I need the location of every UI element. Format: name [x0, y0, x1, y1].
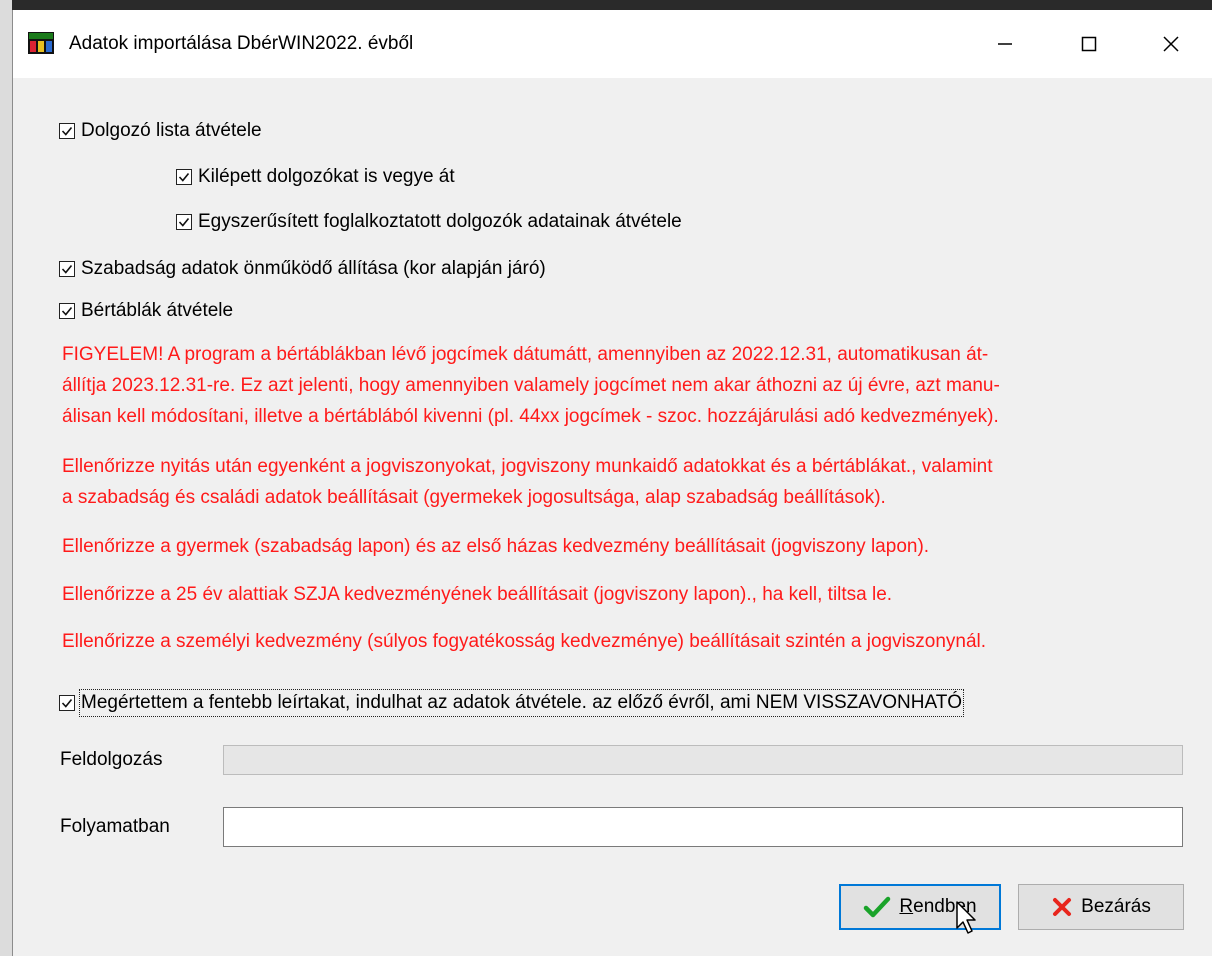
leave-auto-label: Szabadság adatok önműködő állítása (kor …: [81, 258, 546, 279]
mouse-cursor-icon: [956, 901, 976, 934]
close-window-button[interactable]: [1141, 24, 1201, 64]
close-icon: [1163, 36, 1179, 52]
minimize-button[interactable]: [975, 24, 1035, 64]
maximize-button[interactable]: [1059, 24, 1119, 64]
checkmark-icon: [864, 896, 891, 918]
checkmark-icon: [178, 217, 190, 227]
processing-progress-bar: [223, 745, 1183, 775]
employee-list-label: Dolgozó lista átvétele: [81, 120, 262, 141]
checkbox-box[interactable]: [59, 123, 75, 139]
employee-list-checkbox[interactable]: Dolgozó lista átvétele: [59, 118, 262, 144]
processing-label: Feldolgozás: [60, 749, 163, 770]
checkbox-box[interactable]: [59, 695, 75, 711]
x-icon: [1053, 898, 1072, 916]
minimize-icon: [998, 43, 1012, 45]
checkmark-icon: [61, 126, 73, 136]
simplified-employees-label: Egyszerűsített foglalkoztatott dolgozók …: [198, 211, 682, 232]
checkmark-icon: [61, 698, 73, 708]
wage-tables-checkbox[interactable]: Bértáblák átvétele: [59, 298, 233, 324]
departed-employees-label: Kilépett dolgozókat is vegye át: [198, 166, 455, 187]
warning-check-relations-line-1: Ellenőrizze nyitás után egyenként a jogv…: [62, 456, 993, 477]
checkbox-box[interactable]: [176, 214, 192, 230]
warning-wage-dates-line-2: állítja 2023.12.31-re. Ez azt jelenti, h…: [62, 375, 1000, 396]
warning-wage-dates-line-1: FIGYELEM! A program a bértáblákban lévő …: [62, 344, 989, 365]
close-button[interactable]: Bezárás: [1018, 884, 1184, 930]
warning-child-marriage: Ellenőrizze a gyermek (szabadság lapon) …: [62, 536, 930, 557]
maximize-icon: [1081, 36, 1097, 52]
checkmark-icon: [61, 306, 73, 316]
in-progress-label: Folyamatban: [60, 816, 170, 837]
warning-wage-dates-line-3: álisan kell módosítani, illetve a bértáb…: [62, 406, 999, 427]
background-window-edge: [0, 0, 1212, 10]
window-title: Adatok importálása DbérWIN2022. évből: [69, 33, 414, 54]
departed-employees-checkbox[interactable]: Kilépett dolgozókat is vegye át: [176, 164, 455, 190]
app-icon: [28, 32, 54, 54]
confirm-checkbox[interactable]: Megértettem a fentebb leírtakat, indulha…: [59, 689, 965, 717]
checkbox-box[interactable]: [176, 169, 192, 185]
warning-under-25: Ellenőrizze a 25 év alattiak SZJA kedvez…: [62, 584, 893, 605]
in-progress-field[interactable]: [223, 807, 1183, 847]
checkbox-box[interactable]: [59, 261, 75, 277]
close-button-label: Bezárás: [1081, 896, 1151, 917]
leave-auto-checkbox[interactable]: Szabadság adatok önműködő állítása (kor …: [59, 256, 546, 282]
checkbox-box[interactable]: [59, 303, 75, 319]
confirm-label: Megértettem a fentebb leírtakat, indulha…: [78, 689, 965, 717]
checkmark-icon: [178, 172, 190, 182]
title-bar[interactable]: Adatok importálása DbérWIN2022. évből: [13, 10, 1212, 78]
background-window-strip: [0, 0, 12, 956]
checkmark-icon: [61, 264, 73, 274]
simplified-employees-checkbox[interactable]: Egyszerűsített foglalkoztatott dolgozók …: [176, 209, 682, 235]
wage-tables-label: Bértáblák átvétele: [81, 300, 234, 321]
import-dialog: Adatok importálása DbérWIN2022. évből Do…: [12, 10, 1212, 956]
warning-check-relations-line-2: a szabadság és családi adatok beállítása…: [62, 487, 886, 508]
warning-personal-allowance: Ellenőrizze a személyi kedvezmény (súlyo…: [62, 631, 987, 652]
